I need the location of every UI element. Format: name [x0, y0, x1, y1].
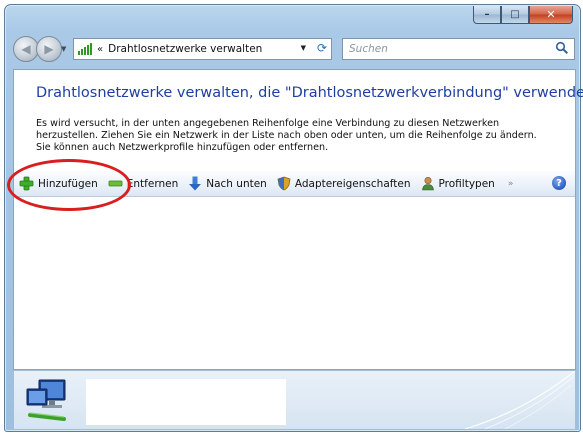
decorative-swoosh	[464, 371, 575, 429]
address-dropdown-icon[interactable]: ▼	[301, 44, 306, 52]
content-panel: Drahtlosnetzwerke verwalten, die "Drahtl…	[13, 69, 583, 370]
remove-button-label: Entfernen	[126, 177, 179, 190]
address-bar[interactable]: « Drahtlosnetzwerke verwalten ▼ ⟳	[73, 38, 332, 60]
move-down-button-label: Nach unten	[206, 177, 267, 190]
details-pane	[13, 370, 576, 430]
help-button[interactable]: ?	[552, 176, 566, 190]
add-button-label: Hinzufügen	[38, 177, 98, 190]
shield-icon	[277, 176, 291, 191]
adapter-properties-button[interactable]: Adaptereigenschaften	[272, 176, 416, 191]
refresh-icon[interactable]: ⟳	[317, 41, 327, 55]
navigation-bar: ◀ ▶ ▼ « Drahtlosnetzwerke verwalten ▼ ⟳ …	[5, 33, 580, 65]
remove-button[interactable]: Entfernen	[103, 176, 183, 191]
maximize-button[interactable]: □	[501, 6, 529, 24]
page-title: Drahtlosnetzwerke verwalten, die "Drahtl…	[36, 85, 583, 101]
caption-buttons: – □ ✕	[473, 6, 573, 24]
adapter-properties-label: Adaptereigenschaften	[294, 177, 411, 190]
page-description: Es wird versucht, in der unten angegeben…	[36, 118, 537, 153]
profile-types-button[interactable]: Profiltypen	[416, 176, 500, 191]
forward-button[interactable]: ▶	[36, 36, 62, 62]
profile-types-label: Profiltypen	[438, 177, 495, 190]
breadcrumb-chevron[interactable]: «	[97, 44, 103, 55]
search-input[interactable]: Suchen	[349, 43, 388, 55]
title-bar: – □ ✕	[5, 5, 580, 33]
arrow-right-icon: ▶	[44, 42, 54, 56]
add-button[interactable]: Hinzufügen	[14, 176, 103, 191]
user-icon	[421, 176, 434, 191]
minimize-button[interactable]: –	[473, 6, 501, 24]
breadcrumb-current[interactable]: Drahtlosnetzwerke verwalten	[108, 43, 262, 55]
move-down-button[interactable]: Nach unten	[183, 176, 272, 191]
arrow-down-icon	[189, 176, 202, 191]
wireless-signal-icon	[78, 43, 92, 55]
search-box[interactable]: Suchen	[342, 38, 575, 60]
toolbar-overflow-button[interactable]: »	[508, 179, 514, 189]
details-text-area	[86, 379, 286, 425]
recent-pages-dropdown[interactable]: ▼	[61, 45, 66, 53]
network-icon	[26, 379, 66, 421]
minus-icon	[108, 180, 123, 187]
command-bar: Hinzufügen Entfernen Nach unten Adaptere…	[14, 171, 575, 197]
plus-icon	[19, 176, 34, 191]
network-list[interactable]	[14, 197, 575, 369]
window-frame: – □ ✕ ◀ ▶ ▼ « Drahtlosnetzwerke verwalte…	[4, 4, 583, 432]
search-icon[interactable]	[555, 41, 569, 55]
close-button[interactable]: ✕	[529, 6, 573, 24]
arrow-left-icon: ◀	[21, 42, 31, 56]
